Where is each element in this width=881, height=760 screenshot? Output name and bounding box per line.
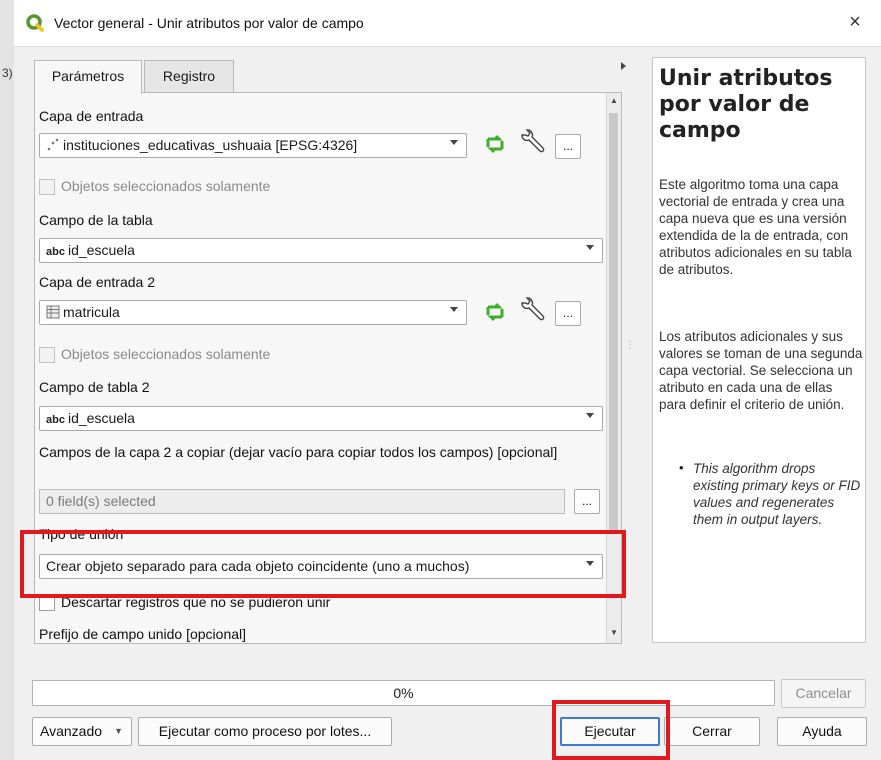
selected-only-checkbox-2[interactable]: [39, 347, 55, 363]
iterate-refresh-icon[interactable]: [481, 131, 509, 157]
input-layer-2-options-button[interactable]: ...: [555, 301, 581, 326]
fields-to-copy-label: Campos de la capa 2 a copiar (dejar vací…: [39, 444, 558, 460]
input-layer-2-value: matricula: [63, 304, 120, 320]
input-layer-value: instituciones_educativas_ushuaia [EPSG:4…: [63, 137, 358, 153]
selected-only-label-2: Objetos seleccionados solamente: [61, 346, 271, 362]
parameters-panel: Capa de entrada instituciones_educativas…: [34, 92, 622, 644]
chevron-down-icon: [586, 413, 594, 418]
help-title: Unir atributos por valor de campo: [659, 66, 833, 143]
text-field-type-icon: abc: [46, 414, 65, 426]
table-field-combo[interactable]: abc id_escuela: [39, 238, 603, 263]
scroll-up-icon[interactable]: ▲: [610, 96, 618, 105]
joined-field-prefix-label: Prefijo de campo unido [opcional]: [39, 626, 247, 642]
window-title: Vector general - Unir atributos por valo…: [54, 15, 364, 31]
fields-to-copy-button[interactable]: ...: [574, 489, 600, 514]
run-button[interactable]: Ejecutar: [560, 717, 660, 746]
input-layer-label: Capa de entrada: [39, 108, 144, 124]
help-paragraph-2: Los atributos adicionales y sus valores …: [659, 329, 863, 412]
collapse-arrow-icon[interactable]: [621, 62, 626, 70]
title-bar: Vector general - Unir atributos por valo…: [14, 0, 881, 47]
input-layer-2-label: Capa de entrada 2: [39, 274, 155, 290]
fields-to-copy-input[interactable]: 0 field(s) selected: [39, 489, 565, 514]
join-type-combo[interactable]: Crear objeto separado para cada objeto c…: [39, 554, 603, 579]
help-panel: Unir atributos por valor de campo Este a…: [652, 57, 866, 643]
parameters-scrollbar[interactable]: ▲ ▼: [606, 93, 621, 643]
join-type-value: Crear objeto separado para cada objeto c…: [46, 558, 470, 574]
chevron-down-icon: ▼: [114, 726, 123, 736]
chevron-down-icon: [450, 307, 458, 312]
wrench-settings-icon[interactable]: [517, 129, 545, 155]
background-text-fragment: 3): [2, 66, 13, 80]
chevron-down-icon: [586, 245, 594, 250]
table-field-2-combo[interactable]: abc id_escuela: [39, 406, 603, 431]
fields-to-copy-value: 0 field(s) selected: [46, 493, 156, 509]
tab-parametros[interactable]: Parámetros: [34, 60, 142, 94]
close-window-button[interactable]: ×: [843, 10, 867, 34]
advanced-label: Avanzado: [40, 723, 103, 739]
scroll-down-icon[interactable]: ▼: [610, 628, 618, 637]
chevron-down-icon: [450, 140, 458, 145]
table-field-value: id_escuela: [67, 242, 135, 258]
selected-only-checkbox-1[interactable]: [39, 179, 55, 195]
wrench-settings-icon[interactable]: [517, 297, 545, 323]
cancel-button[interactable]: Cancelar: [781, 679, 866, 708]
splitter-handle[interactable]: ⋮: [625, 340, 635, 351]
discard-unjoined-label: Descartar registros que no se pudieron u…: [61, 594, 331, 610]
advanced-button[interactable]: Avanzado ▼: [32, 717, 132, 746]
input-layer-2-combo[interactable]: matricula: [39, 300, 467, 325]
join-type-label: Tipo de unión: [39, 526, 124, 542]
table-layer-icon: [46, 305, 60, 319]
background-window-edge: 3): [0, 0, 15, 760]
help-paragraph-1: Este algoritmo toma una capa vectorial d…: [659, 177, 852, 277]
tab-registro[interactable]: Registro: [144, 60, 234, 92]
iterate-refresh-icon[interactable]: [481, 299, 509, 325]
algorithm-dialog: Vector general - Unir atributos por valo…: [14, 0, 881, 760]
selected-only-label-1: Objetos seleccionados solamente: [61, 178, 271, 194]
help-button[interactable]: Ayuda: [777, 717, 867, 746]
table-field-label: Campo de la tabla: [39, 212, 153, 228]
discard-unjoined-checkbox[interactable]: [39, 595, 55, 611]
help-bullet: •: [679, 460, 684, 475]
scrollbar-thumb[interactable]: [609, 113, 618, 531]
table-field-2-value: id_escuela: [67, 410, 135, 426]
text-field-type-icon: abc: [46, 246, 65, 258]
chevron-down-icon: [586, 561, 594, 566]
close-button[interactable]: Cerrar: [664, 717, 760, 746]
table-field-2-label: Campo de tabla 2: [39, 379, 150, 395]
input-layer-combo[interactable]: instituciones_educativas_ushuaia [EPSG:4…: [39, 133, 467, 158]
progress-bar: 0%: [32, 680, 775, 706]
batch-process-button[interactable]: Ejecutar como proceso por lotes...: [138, 717, 392, 746]
progress-text: 0%: [393, 685, 414, 701]
input-layer-options-button[interactable]: ...: [555, 134, 581, 159]
point-layer-icon: [47, 138, 59, 151]
qgis-logo-icon: [26, 14, 44, 32]
help-note: This algorithm drops existing primary ke…: [693, 461, 861, 527]
